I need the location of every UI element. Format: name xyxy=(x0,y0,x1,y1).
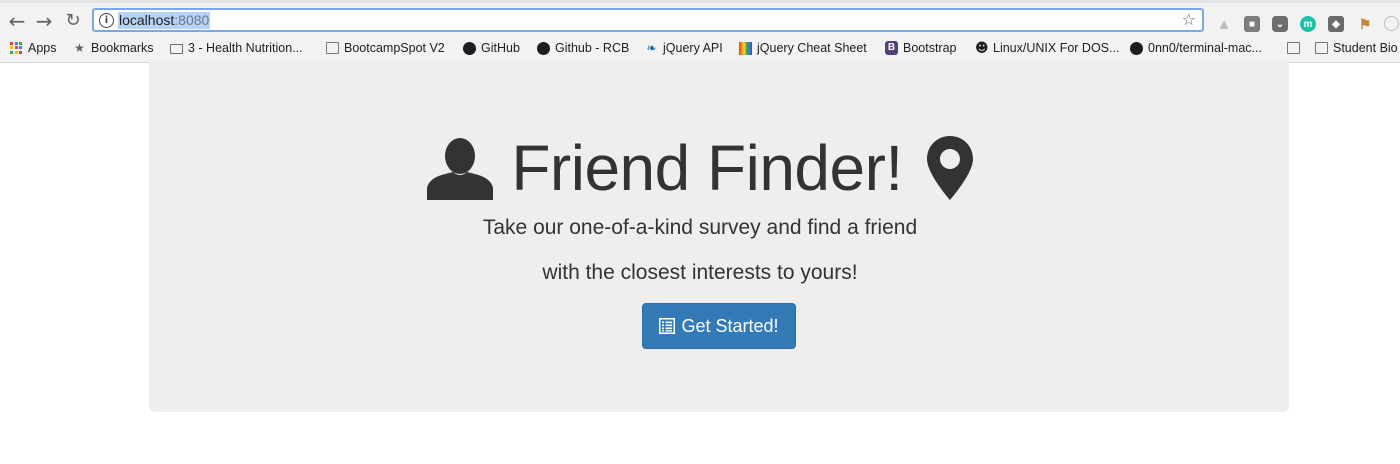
keep-icon[interactable]: ■ xyxy=(1244,16,1260,32)
github-icon xyxy=(537,41,550,55)
lead-text-line-1: Take our one-of-a-kind survey and find a… xyxy=(482,216,918,239)
bookmark-student-bio[interactable]: Student Bio xyxy=(1315,39,1398,57)
map-marker-icon xyxy=(926,136,973,200)
bookmark-terminal-mac[interactable]: 0nn0/terminal-mac... xyxy=(1130,39,1262,57)
tux-icon: ☻ xyxy=(975,40,989,56)
bookmark-label: Github - RCB xyxy=(555,41,630,55)
m-icon[interactable]: m xyxy=(1300,16,1316,32)
bookmark-jquery-cheat-sheet[interactable]: jQuery Cheat Sheet xyxy=(739,39,867,57)
bookmark-label: jQuery Cheat Sheet xyxy=(757,41,867,55)
get-started-label: Get Started! xyxy=(681,315,779,336)
bookmark-label: 0nn0/terminal-mac... xyxy=(1148,41,1262,55)
reload-icon[interactable]: ↻ xyxy=(62,10,84,32)
drive-icon[interactable]: ▲ xyxy=(1216,16,1232,33)
url-port: :8080 xyxy=(174,12,210,28)
address-bar[interactable]: i localhost:8080 ☆ xyxy=(92,8,1204,32)
evernote-icon[interactable]: ◆ xyxy=(1328,16,1344,32)
bookmark-health-folder[interactable]: 3 - Health Nutrition... xyxy=(170,39,303,57)
hero-title: Friend Finder! xyxy=(0,128,1400,208)
get-started-button[interactable]: Get Started! xyxy=(642,303,796,349)
bookmark-bootstrap[interactable]: B Bootstrap xyxy=(885,39,957,57)
bookmark-apps[interactable]: Apps xyxy=(10,39,57,57)
forward-arrow-icon[interactable]: → xyxy=(33,10,55,32)
user-icon xyxy=(427,138,494,200)
bookmark-github[interactable]: GitHub xyxy=(463,39,520,57)
page-icon xyxy=(326,42,339,54)
folder-icon xyxy=(170,44,183,54)
bookmark-github-rcb[interactable]: Github - RCB xyxy=(537,39,629,57)
jquery-icon: ❧ xyxy=(646,40,657,55)
site-info-icon[interactable]: i xyxy=(99,13,114,28)
bookmark-star-icon[interactable]: ☆ xyxy=(1182,10,1196,29)
bookmark-label: Student Bio xyxy=(1333,41,1398,55)
tab-strip xyxy=(0,0,1400,3)
bookmark-bootcampspot[interactable]: BootcampSpot V2 xyxy=(326,39,445,57)
url-host: localhost xyxy=(119,12,175,28)
bootstrap-icon: B xyxy=(885,41,898,55)
bookmarks-bar: Apps ★ Bookmarks 3 - Health Nutrition...… xyxy=(0,37,1400,59)
page-icon xyxy=(1315,42,1328,54)
bookmark-label: BootcampSpot V2 xyxy=(344,41,445,55)
bookmark-label: Bootstrap xyxy=(903,41,957,55)
github-icon xyxy=(1130,41,1143,55)
bookmark-linux-unix[interactable]: ☻ Linux/UNIX For DOS... xyxy=(975,39,1119,57)
bookmark-label: GitHub xyxy=(481,41,520,55)
bookmark-label: Bookmarks xyxy=(91,41,154,55)
pocket-icon[interactable]: ⌄ xyxy=(1272,16,1288,32)
circle-icon[interactable] xyxy=(1384,16,1399,31)
rainbow-icon xyxy=(739,41,752,55)
page-icon xyxy=(1287,42,1300,54)
browser-chrome: ← → ↻ i localhost:8080 ☆ ▲ ■ ⌄ m ◆ ⚑ App… xyxy=(0,0,1400,63)
bookmark-jquery-api[interactable]: ❧ jQuery API xyxy=(645,39,723,57)
star-icon: ★ xyxy=(74,40,85,55)
url-text[interactable]: localhost:8080 xyxy=(118,12,211,29)
page-title: Friend Finder! xyxy=(511,132,903,204)
bookmark-label: 3 - Health Nutrition... xyxy=(188,41,303,55)
bookmark-untitled[interactable] xyxy=(1287,39,1305,57)
browser-toolbar: ← → ↻ i localhost:8080 ☆ ▲ ■ ⌄ m ◆ ⚑ xyxy=(0,4,1400,36)
back-arrow-icon[interactable]: ← xyxy=(6,10,28,32)
apps-grid-icon xyxy=(10,41,23,55)
lead-text-line-2: with the closest interests to yours! xyxy=(542,261,858,284)
bookmark-bookmarks[interactable]: ★ Bookmarks xyxy=(73,39,154,57)
bookmark-label: Linux/UNIX For DOS... xyxy=(993,41,1120,55)
bookmark-label: jQuery API xyxy=(663,41,723,55)
flag-icon[interactable]: ⚑ xyxy=(1357,16,1373,32)
github-icon xyxy=(463,41,476,55)
list-alt-icon xyxy=(659,318,676,334)
bookmark-label: Apps xyxy=(28,41,57,55)
